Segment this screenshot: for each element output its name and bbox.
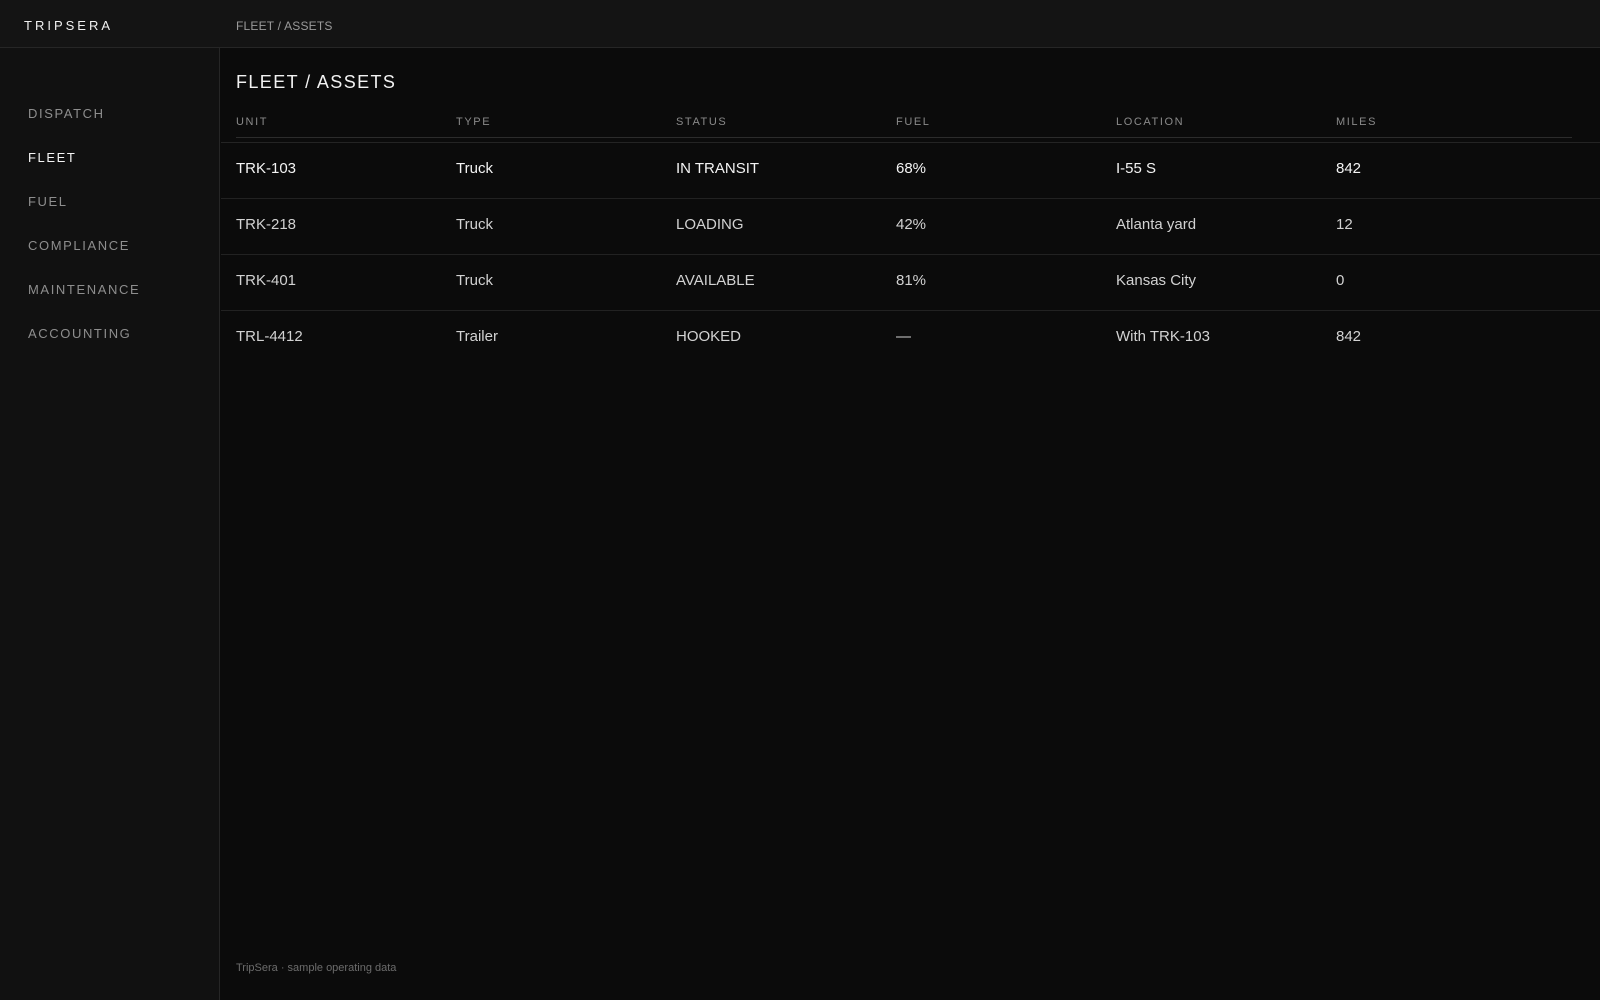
cell-fuel: 68% <box>896 160 927 177</box>
cell-status: AVAILABLE <box>676 272 755 289</box>
sidebar-item-fleet[interactable]: FLEET <box>28 150 140 194</box>
sidebar-item-accounting[interactable]: ACCOUNTING <box>28 326 140 370</box>
top-bar: TRIPSERA FLEET / ASSETS <box>0 0 1600 48</box>
cell-unit: TRK-401 <box>236 272 297 289</box>
cell-location: Kansas City <box>1116 272 1197 289</box>
cell-type: Truck <box>456 160 493 177</box>
page-title: FLEET / ASSETS <box>236 72 397 92</box>
table-row[interactable]: TRK-401 Truck AVAILABLE 81% Kansas City … <box>221 254 1600 310</box>
sidebar-item-dispatch[interactable]: DISPATCH <box>28 106 140 150</box>
cell-status: IN TRANSIT <box>676 160 760 177</box>
sidebar: DISPATCH FLEET FUEL COMPLIANCE MAINTENAN… <box>0 48 220 1000</box>
table-row[interactable]: TRK-103 Truck IN TRANSIT 68% I-55 S 842 <box>221 142 1600 198</box>
fleet-table: UNIT TYPE STATUS FUEL LOCATION MILES TRK… <box>221 112 1600 366</box>
column-header-fuel[interactable]: FUEL <box>896 116 931 128</box>
cell-type: Truck <box>456 272 493 289</box>
main-content: FLEET / ASSETS UNIT TYPE STATUS FUEL LOC… <box>221 48 1600 1000</box>
cell-type: Truck <box>456 216 493 233</box>
table-row[interactable]: TRK-218 Truck LOADING 42% Atlanta yard 1… <box>221 198 1600 254</box>
cell-location: With TRK-103 <box>1116 328 1210 345</box>
table-row[interactable]: TRL-4412 Trailer HOOKED — With TRK-103 8… <box>221 310 1600 366</box>
cell-fuel: 42% <box>896 216 927 233</box>
sidebar-item-compliance[interactable]: COMPLIANCE <box>28 238 140 282</box>
column-header-type[interactable]: TYPE <box>456 116 491 128</box>
cell-fuel: 81% <box>896 272 927 289</box>
cell-unit: TRK-103 <box>236 160 297 177</box>
cell-unit: TRK-218 <box>236 216 297 233</box>
sidebar-nav: DISPATCH FLEET FUEL COMPLIANCE MAINTENAN… <box>28 106 140 370</box>
cell-miles: 842 <box>1336 328 1362 345</box>
cell-status: LOADING <box>676 216 744 233</box>
column-header-unit[interactable]: UNIT <box>236 116 268 128</box>
column-header-status[interactable]: STATUS <box>676 116 727 128</box>
cell-miles: 12 <box>1336 216 1353 233</box>
breadcrumb: FLEET / ASSETS <box>236 19 333 33</box>
sidebar-item-fuel[interactable]: FUEL <box>28 194 140 238</box>
sidebar-item-maintenance[interactable]: MAINTENANCE <box>28 282 140 326</box>
cell-fuel: — <box>896 328 911 345</box>
cell-miles: 0 <box>1336 272 1345 289</box>
cell-location: Atlanta yard <box>1116 216 1197 233</box>
column-header-location[interactable]: LOCATION <box>1116 116 1184 128</box>
column-header-miles[interactable]: MILES <box>1336 116 1377 128</box>
cell-status: HOOKED <box>676 328 742 345</box>
cell-type: Trailer <box>456 328 498 345</box>
footer-note: TripSera · sample operating data <box>236 962 397 974</box>
cell-unit: TRL-4412 <box>236 328 303 345</box>
cell-miles: 842 <box>1336 160 1362 177</box>
cell-location: I-55 S <box>1116 160 1157 177</box>
brand-logo[interactable]: TRIPSERA <box>24 18 113 33</box>
table-body: TRK-103 Truck IN TRANSIT 68% I-55 S 842 … <box>221 142 1600 366</box>
table-header: UNIT TYPE STATUS FUEL LOCATION MILES <box>236 112 1572 138</box>
